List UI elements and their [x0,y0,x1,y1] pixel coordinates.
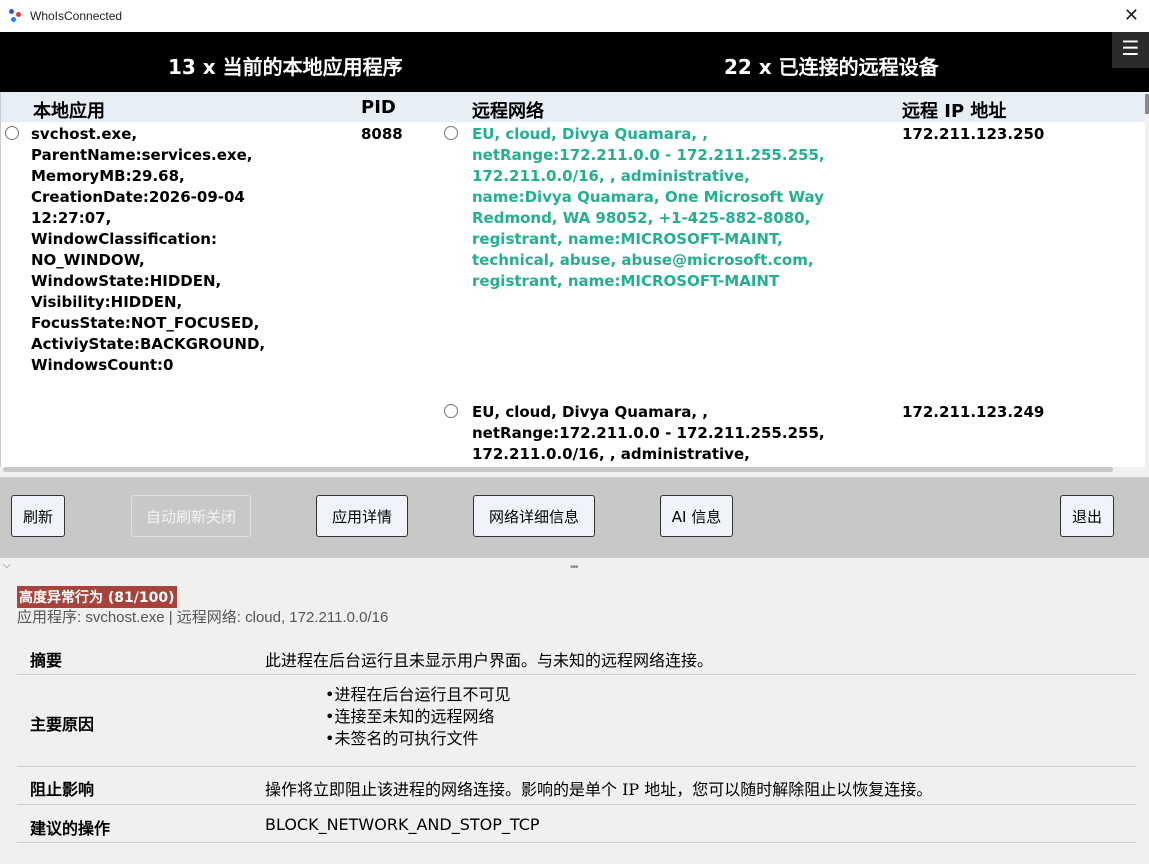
remote-ip-cell: 172.211.123.250 [902,125,1045,143]
column-header-remote-network[interactable]: 远程网络 [472,97,544,123]
local-apps-count: 13 x 当前的本地应用程序 [168,55,403,79]
table-header: 本地应用 PID 远程网络 远程 IP 地址 [1,92,1146,122]
detail-subtitle: 应用程序: svchost.exe | 远程网络: cloud, 172.211… [17,609,389,626]
list-item: •未签名的可执行文件 [325,729,479,748]
network-select-radio[interactable] [444,126,458,140]
reasons-row: 主要原因 •进程在后台运行且不可见 •连接至未知的远程网络 •未签名的可执行文件 [17,675,1136,767]
row-select-radio[interactable] [5,126,19,140]
action-label: 建议的操作 [30,819,111,838]
title-bar: WhoIsConnected ✕ [0,0,1149,33]
column-header-local-app[interactable]: 本地应用 [33,97,105,123]
app-details-button[interactable]: 应用详情 [316,495,408,537]
connections-table: 本地应用 PID 远程网络 远程 IP 地址 svchost.exe, Pare… [0,92,1146,467]
list-item: •进程在后台运行且不可见 [325,685,511,704]
remote-network-cell: EU, cloud, Divya Quamara, , netRange:172… [472,125,825,290]
close-icon[interactable]: ✕ [1124,5,1139,26]
summary-row: 摘要 此进程在后台运行且未显示用户界面。与未知的远程网络连接。 [17,639,1136,675]
summary-value: 此进程在后台运行且未显示用户界面。与未知的远程网络连接。 [265,651,714,670]
refresh-button[interactable]: 刷新 [11,495,65,537]
impact-value: 操作将立即阻止该进程的网络连接。影响的是单个 IP 地址，您可以随时解除阻止以恢… [265,780,933,799]
action-value: BLOCK_NETWORK_AND_STOP_TCP [265,815,540,834]
horizontal-scrollbar[interactable] [3,467,1113,472]
impact-label: 阻止影响 [30,780,95,799]
action-row: 建议的操作 BLOCK_NETWORK_AND_STOP_TCP [17,805,1136,843]
network-select-radio[interactable] [444,404,458,418]
reasons-label: 主要原因 [30,715,95,734]
summary-label: 摘要 [30,651,63,670]
collapse-chevron-icon[interactable]: ⌵ [3,560,11,571]
ai-info-button[interactable]: AI 信息 [660,495,733,537]
column-header-pid[interactable]: PID [361,97,396,118]
remote-network-cell: EU, cloud, Divya Quamara, , netRange:172… [472,403,825,463]
panel-splitter[interactable]: ⌵ ••• [0,557,1149,573]
vertical-scrollbar[interactable] [1145,92,1149,467]
column-header-remote-ip[interactable]: 远程 IP 地址 [902,97,1006,123]
action-toolbar: 刷新 自动刷新关闭 应用详情 网络详细信息 AI 信息 退出 [0,477,1149,557]
reasons-list: •进程在后台运行且不可见 •连接至未知的远程网络 •未签名的可执行文件 [325,684,510,750]
remote-ip-cell: 172.211.123.249 [902,403,1045,421]
app-logo-icon [9,9,23,23]
auto-refresh-toggle-button[interactable]: 自动刷新关闭 [131,495,251,537]
window-title: WhoIsConnected [30,9,123,23]
exit-button[interactable]: 退出 [1060,495,1114,537]
impact-row: 阻止影响 操作将立即阻止该进程的网络连接。影响的是单个 IP 地址，您可以随时解… [17,767,1136,805]
summary-header: 13 x 当前的本地应用程序 22 x 已连接的远程设备 ☰ [0,32,1149,92]
anomaly-score-badge: 高度异常行为 (81/100) [17,586,177,608]
network-details-button[interactable]: 网络详细信息 [473,495,595,537]
ai-detail-panel: 高度异常行为 (81/100) 应用程序: svchost.exe | 远程网络… [0,571,1149,864]
hamburger-menu-icon[interactable]: ☰ [1112,32,1149,68]
pid-cell: 8088 [361,125,403,143]
remote-devices-count: 22 x 已连接的远程设备 [724,55,939,79]
list-item: •连接至未知的远程网络 [325,707,495,726]
local-app-cell: svchost.exe, ParentName:services.exe, Me… [31,125,266,374]
